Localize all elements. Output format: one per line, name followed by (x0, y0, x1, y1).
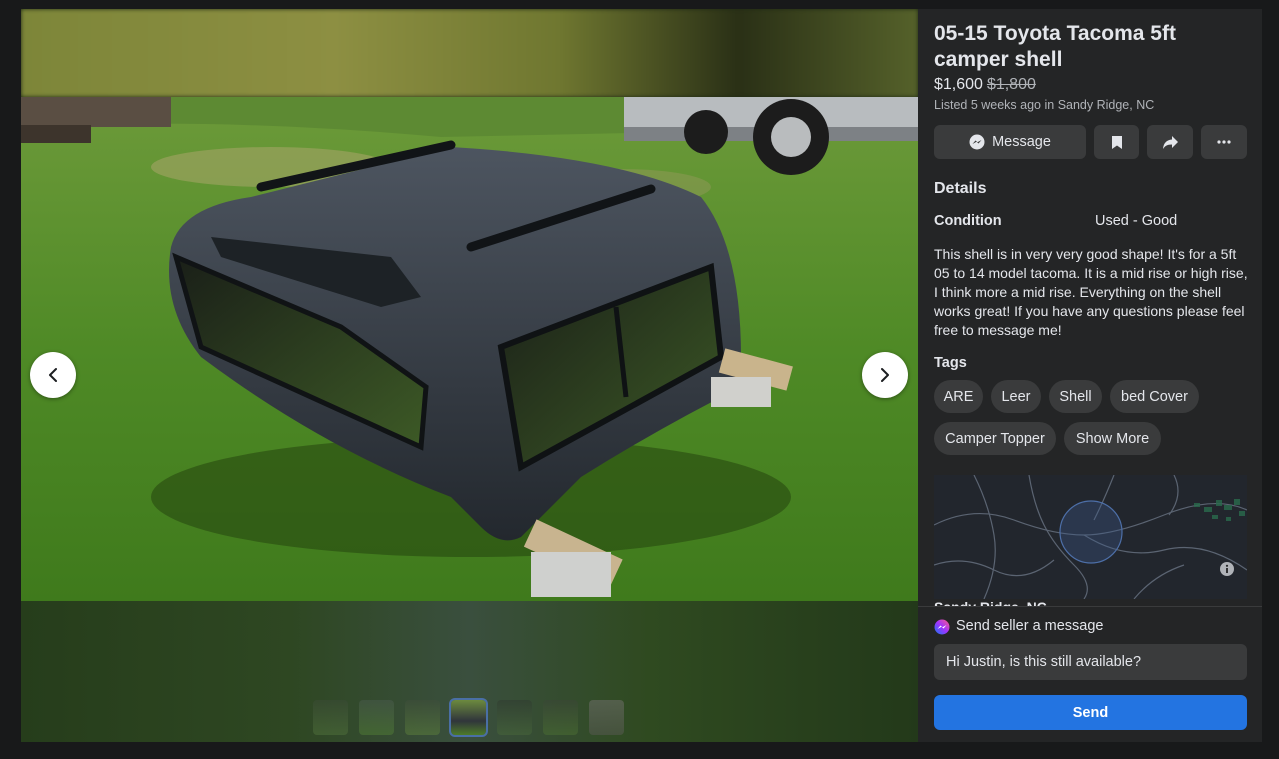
share-button[interactable] (1147, 125, 1193, 159)
chevron-left-icon (49, 368, 57, 382)
messenger-icon (934, 619, 950, 635)
send-button[interactable]: Send (934, 695, 1247, 730)
listing-photo (21, 97, 918, 601)
more-icon (1217, 140, 1231, 144)
thumbnail[interactable] (405, 700, 440, 735)
show-more-tags-button[interactable]: Show More (1064, 422, 1161, 455)
thumbnail-active[interactable] (449, 698, 488, 737)
next-image-button[interactable] (862, 352, 908, 398)
previous-image-button[interactable] (30, 352, 76, 398)
tags-heading: Tags (934, 355, 967, 371)
current-price: $1,600 (934, 76, 983, 93)
image-viewer (21, 9, 918, 742)
thumbnail[interactable] (543, 700, 578, 735)
thumbnail[interactable] (359, 700, 394, 735)
listing-meta: Listed 5 weeks ago in Sandy Ridge, NC (934, 98, 1155, 112)
original-price: $1,800 (986, 76, 1036, 93)
bookmark-icon (1111, 135, 1122, 149)
details-heading: Details (934, 180, 987, 197)
condition-label: Condition (934, 213, 1002, 229)
tag-chip[interactable]: ARE (934, 380, 983, 413)
save-button[interactable] (1094, 125, 1139, 159)
share-icon (1162, 135, 1178, 149)
map-roads (934, 475, 1247, 599)
thumbnail[interactable] (313, 700, 348, 735)
send-message-section: Send seller a message Send (918, 606, 1262, 742)
info-icon[interactable] (1220, 562, 1234, 576)
more-options-button[interactable] (1201, 125, 1247, 159)
location-map[interactable] (934, 475, 1247, 599)
condition-value: Used - Good (1095, 213, 1178, 229)
messenger-icon (969, 134, 985, 150)
message-button-label: Message (992, 134, 1051, 150)
chevron-right-icon (881, 368, 889, 382)
tag-chip[interactable]: Leer (991, 380, 1041, 413)
send-message-label: Send seller a message (956, 618, 1104, 634)
thumbnail-strip (313, 698, 624, 737)
tag-chip[interactable]: bed Cover (1110, 380, 1199, 413)
tag-chip[interactable]: Camper Topper (934, 422, 1056, 455)
message-button[interactable]: Message (934, 125, 1086, 159)
thumbnail[interactable] (497, 700, 532, 735)
blurred-background-top (21, 9, 918, 97)
listing-title: 05-15 Toyota Tacoma 5ft camper shell (934, 22, 1176, 71)
listing-price: $1,600 $1,800 (934, 76, 1036, 94)
tag-chip[interactable]: Shell (1049, 380, 1102, 413)
thumbnail[interactable] (589, 700, 624, 735)
listing-description: This shell is in very very good shape! I… (934, 246, 1248, 338)
listing-details-panel: 05-15 Toyota Tacoma 5ft camper shell $1,… (918, 9, 1262, 742)
message-input[interactable] (934, 644, 1247, 680)
